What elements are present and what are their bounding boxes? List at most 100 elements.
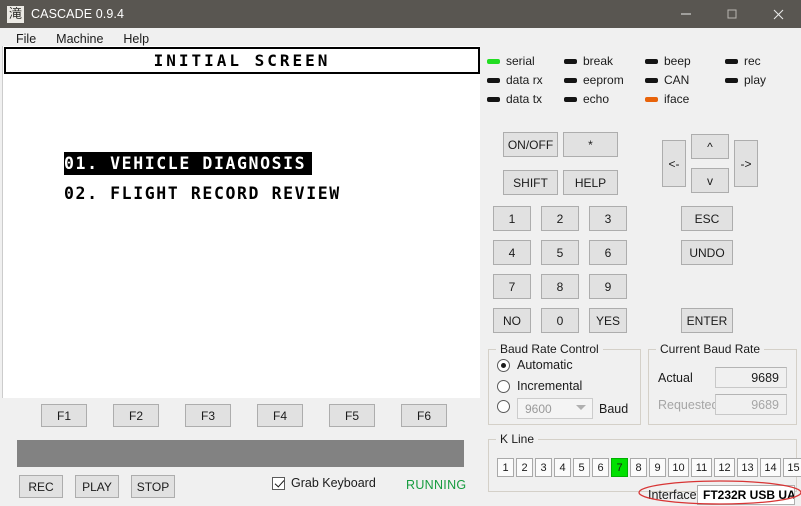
menu-item-help[interactable]: Help	[113, 30, 159, 48]
fkey-f3[interactable]: F3	[185, 404, 231, 427]
led-serial: serial	[487, 54, 535, 68]
key-no[interactable]: NO	[493, 308, 531, 333]
key-4[interactable]: 4	[493, 240, 531, 265]
menu-item-machine[interactable]: Machine	[46, 30, 113, 48]
key-0[interactable]: 0	[541, 308, 579, 333]
actual-value-field: 9689	[715, 367, 787, 388]
stop-button[interactable]: STOP	[131, 475, 175, 498]
led-data-tx-label: data tx	[506, 92, 543, 106]
esc-button[interactable]: ESC	[681, 206, 733, 231]
led-break-label: break	[583, 54, 614, 68]
fkey-f5[interactable]: F5	[329, 404, 375, 427]
led-data-tx: data tx	[487, 92, 542, 106]
kline-channel-2[interactable]: 2	[516, 458, 533, 477]
led-play-label: play	[744, 73, 767, 87]
led-break-icon	[564, 58, 577, 64]
kline-channel-7[interactable]: 7	[611, 458, 628, 477]
lcd-display[interactable]: INITIAL SCREEN 01. VEHICLE DIAGNOSIS 02.…	[2, 46, 480, 398]
key-2[interactable]: 2	[541, 206, 579, 231]
rec-button[interactable]: REC	[19, 475, 63, 498]
led-data-rx-icon	[487, 77, 500, 83]
close-button[interactable]	[755, 0, 801, 28]
undo-button[interactable]: UNDO	[681, 240, 733, 265]
nav-up-button[interactable]: ^	[691, 134, 729, 159]
baud-rate-control-group: Baud Rate Control Automatic Incremental …	[488, 342, 641, 425]
led-eeprom-icon	[564, 77, 577, 83]
title-bar: 滝 CASCADE 0.9.4	[0, 0, 801, 28]
grab-keyboard-checkbox[interactable]: Grab Keyboard	[272, 476, 376, 490]
led-echo-label: echo	[583, 92, 610, 106]
fkey-f4[interactable]: F4	[257, 404, 303, 427]
maximize-button[interactable]	[709, 0, 755, 28]
play-button[interactable]: PLAY	[75, 475, 119, 498]
key-1[interactable]: 1	[493, 206, 531, 231]
kline-channel-5[interactable]: 5	[573, 458, 590, 477]
k-line-title: K Line	[496, 432, 539, 446]
led-can: CAN	[645, 73, 689, 87]
led-beep-label: beep	[664, 54, 691, 68]
nav-down-button[interactable]: v	[691, 168, 729, 193]
kline-channel-8[interactable]: 8	[630, 458, 647, 477]
led-iface-label: iface	[664, 92, 690, 106]
lcd-header-box: INITIAL SCREEN	[4, 47, 480, 74]
radio-automatic-label: Automatic	[517, 358, 573, 372]
led-data-tx-icon	[487, 96, 500, 102]
grab-keyboard-label: Grab Keyboard	[291, 476, 376, 490]
key-6[interactable]: 6	[589, 240, 627, 265]
radio-manual[interactable]	[497, 400, 517, 413]
window-title: CASCADE 0.9.4	[31, 7, 125, 21]
radio-incremental[interactable]: Incremental	[497, 379, 582, 393]
led-can-icon	[645, 77, 658, 83]
lcd-menu-item-2[interactable]: 02. FLIGHT RECORD REVIEW	[64, 182, 341, 205]
kline-channel-1[interactable]: 1	[497, 458, 514, 477]
menu-item-file[interactable]: File	[6, 30, 46, 48]
led-can-label: CAN	[664, 73, 690, 87]
led-play: play	[725, 73, 766, 87]
kline-channel-9[interactable]: 9	[649, 458, 666, 477]
led-break: break	[564, 54, 613, 68]
key-5[interactable]: 5	[541, 240, 579, 265]
baud-select[interactable]: 9600	[517, 398, 593, 419]
radio-incremental-icon	[497, 379, 510, 393]
fkey-f1[interactable]: F1	[41, 404, 87, 427]
function-key-row: F1 F2 F3 F4 F5 F6	[0, 404, 480, 432]
led-rec-icon	[725, 58, 738, 64]
minimize-button[interactable]	[663, 0, 709, 28]
kline-channel-3[interactable]: 3	[535, 458, 552, 477]
current-baud-rate-title: Current Baud Rate	[656, 342, 765, 356]
kline-channel-6[interactable]: 6	[592, 458, 609, 477]
key-8[interactable]: 8	[541, 274, 579, 299]
help-button[interactable]: HELP	[563, 170, 618, 195]
key-3[interactable]: 3	[589, 206, 627, 231]
radio-automatic[interactable]: Automatic	[497, 358, 573, 372]
kline-channel-4[interactable]: 4	[554, 458, 571, 477]
kline-channel-12[interactable]: 12	[714, 458, 735, 477]
kline-channel-15[interactable]: 15	[783, 458, 801, 477]
nav-left-button[interactable]: <-	[662, 140, 686, 187]
onoff-button[interactable]: ON/OFF	[503, 132, 558, 157]
kline-channel-11[interactable]: 11	[691, 458, 712, 477]
radio-automatic-icon	[497, 358, 510, 372]
nav-right-button[interactable]: ->	[734, 140, 758, 187]
window-controls	[663, 0, 801, 28]
fkey-f6[interactable]: F6	[401, 404, 447, 427]
lcd-menu-item-1[interactable]: 01. VEHICLE DIAGNOSIS	[64, 152, 313, 175]
requested-label: Requested	[658, 398, 719, 412]
led-echo-icon	[564, 96, 577, 102]
kline-channel-13[interactable]: 13	[737, 458, 758, 477]
key-9[interactable]: 9	[589, 274, 627, 299]
key-7[interactable]: 7	[493, 274, 531, 299]
interface-select[interactable]: FT232R USB UAR	[697, 485, 795, 505]
kline-channel-10[interactable]: 10	[668, 458, 689, 477]
star-button[interactable]: *	[563, 132, 618, 157]
interface-label: Interface	[648, 488, 697, 502]
fkey-f2[interactable]: F2	[113, 404, 159, 427]
led-eeprom-label: eeprom	[583, 73, 624, 87]
shift-button[interactable]: SHIFT	[503, 170, 558, 195]
key-yes[interactable]: YES	[589, 308, 627, 333]
radio-manual-icon	[497, 400, 510, 413]
led-serial-label: serial	[506, 54, 535, 68]
kline-channel-14[interactable]: 14	[760, 458, 781, 477]
enter-button[interactable]: ENTER	[681, 308, 733, 333]
recording-progress-bar[interactable]	[17, 440, 464, 467]
